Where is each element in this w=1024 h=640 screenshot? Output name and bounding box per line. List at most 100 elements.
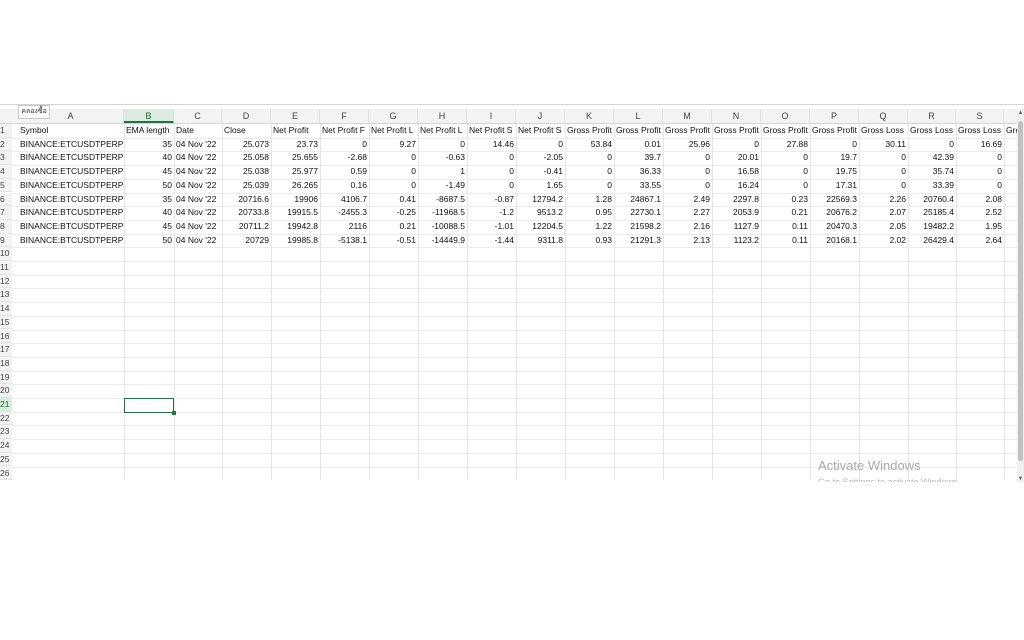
table-cell[interactable]: BINANCE:BTCUSDTPERP — [18, 234, 124, 248]
header-cell[interactable]: Gro — [1004, 124, 1017, 138]
table-cell[interactable]: 0 — [320, 138, 369, 152]
active-cell-selection[interactable] — [124, 398, 176, 415]
table-cell[interactable]: 0 — [810, 138, 859, 152]
table-cell[interactable]: 21598.2 — [614, 220, 663, 234]
table-cell[interactable]: 1.28 — [565, 193, 614, 207]
column-header-f[interactable]: F — [320, 109, 369, 123]
scrollbar-thumb[interactable] — [1018, 121, 1023, 461]
table-cell[interactable]: 14.46 — [467, 138, 516, 152]
table-cell[interactable]: 2.13 — [663, 234, 712, 248]
table-cell[interactable]: 0 — [467, 165, 516, 179]
table-cell[interactable]: 2.27 — [663, 206, 712, 220]
row-header-24[interactable]: 24 — [0, 439, 12, 453]
row-header-5[interactable]: 5 — [0, 178, 12, 193]
table-cell[interactable]: 0 — [956, 179, 1004, 193]
table-cell[interactable]: 36.33 — [614, 165, 663, 179]
table-cell[interactable]: 0 — [859, 179, 908, 193]
table-cell[interactable]: -0.87 — [467, 193, 516, 207]
table-cell[interactable]: 0 — [565, 151, 614, 165]
table-cell[interactable]: 50 — [124, 179, 174, 193]
header-cell[interactable]: Gross Profit — [810, 124, 859, 138]
column-header-s[interactable]: S — [956, 109, 1004, 123]
table-cell[interactable]: -1.44 — [467, 234, 516, 248]
row-header-14[interactable]: 14 — [0, 302, 12, 316]
row-header-18[interactable]: 18 — [0, 356, 12, 371]
table-cell[interactable]: 45 — [124, 220, 174, 234]
row-header-13[interactable]: 13 — [0, 288, 12, 303]
table-cell[interactable]: 1 — [1004, 193, 1017, 207]
table-cell[interactable]: 25.058 — [222, 151, 271, 165]
table-cell[interactable]: 40 — [124, 206, 174, 220]
table-cell[interactable]: 0 — [565, 179, 614, 193]
table-cell[interactable]: 0 — [761, 151, 810, 165]
header-cell[interactable]: EMA length — [124, 124, 174, 138]
header-cell[interactable]: Net Profit L — [418, 124, 467, 138]
column-header-j[interactable]: J — [516, 109, 565, 123]
column-header-e[interactable]: E — [271, 109, 320, 123]
table-cell[interactable]: 04 Nov '22 — [174, 151, 222, 165]
table-cell[interactable]: -2.68 — [320, 151, 369, 165]
table-cell[interactable]: BINANCE:ETCUSDTPERP — [18, 151, 124, 165]
table-cell[interactable]: -0.63 — [418, 151, 467, 165]
table-cell[interactable]: 20168.1 — [810, 234, 859, 248]
table-cell[interactable]: 9311.8 — [516, 234, 565, 248]
row-header-19[interactable]: 19 — [0, 370, 12, 385]
column-header-o[interactable]: O — [761, 109, 810, 123]
row-header-9[interactable]: 9 — [0, 233, 12, 248]
table-cell[interactable]: 0.95 — [565, 206, 614, 220]
table-cell[interactable]: 0 — [516, 138, 565, 152]
table-cell[interactable]: -1.49 — [418, 179, 467, 193]
table-cell[interactable]: 16.24 — [712, 179, 761, 193]
table-cell[interactable]: 04 Nov '22 — [174, 179, 222, 193]
table-cell[interactable]: BINANCE:ETCUSDTPERP — [18, 165, 124, 179]
scroll-up-arrow-icon[interactable]: ▲ — [1017, 109, 1024, 117]
table-cell[interactable]: 0 — [956, 165, 1004, 179]
scroll-down-arrow-icon[interactable]: ▼ — [1017, 475, 1024, 483]
header-cell[interactable]: Gross Loss — [908, 124, 956, 138]
table-cell[interactable]: -10088.5 — [418, 220, 467, 234]
table-cell[interactable]: 1123.2 — [712, 234, 761, 248]
table-cell[interactable]: 20733.8 — [222, 206, 271, 220]
table-cell[interactable]: 1 — [1004, 220, 1017, 234]
table-cell[interactable]: 22569.3 — [810, 193, 859, 207]
table-cell[interactable]: -0.41 — [516, 165, 565, 179]
table-cell[interactable]: 24867.1 — [614, 193, 663, 207]
table-cell[interactable]: 2.05 — [859, 220, 908, 234]
table-cell[interactable]: 4106.7 — [320, 193, 369, 207]
table-cell[interactable]: BINANCE:BTCUSDTPERP — [18, 193, 124, 207]
table-cell[interactable]: 20711.2 — [222, 220, 271, 234]
table-cell[interactable]: -11968.5 — [418, 206, 467, 220]
table-cell[interactable]: 04 Nov '22 — [174, 165, 222, 179]
table-cell[interactable]: 0 — [663, 151, 712, 165]
table-cell[interactable]: -1.01 — [467, 220, 516, 234]
table-cell[interactable]: 33.55 — [614, 179, 663, 193]
table-cell[interactable]: 2.26 — [859, 193, 908, 207]
column-header-k[interactable]: K — [565, 109, 614, 123]
header-cell[interactable]: Date — [174, 124, 222, 138]
table-cell[interactable]: 2.52 — [956, 206, 1004, 220]
table-cell[interactable]: 19942.8 — [271, 220, 320, 234]
table-cell[interactable]: 22730.1 — [614, 206, 663, 220]
table-cell[interactable]: 0 — [369, 179, 418, 193]
table-cell[interactable]: 19482.2 — [908, 220, 956, 234]
table-cell[interactable]: 0.41 — [369, 193, 418, 207]
column-header-p[interactable]: P — [810, 109, 859, 123]
table-cell[interactable]: 19.7 — [810, 151, 859, 165]
table-cell[interactable]: 04 Nov '22 — [174, 193, 222, 207]
table-cell[interactable]: 16.69 — [956, 138, 1004, 152]
table-cell[interactable]: 2.64 — [956, 234, 1004, 248]
table-cell[interactable]: 0 — [956, 151, 1004, 165]
table-cell[interactable]: 53.84 — [565, 138, 614, 152]
table-cell[interactable]: 0 — [663, 179, 712, 193]
table-cell[interactable]: 0 — [712, 138, 761, 152]
table-cell[interactable]: 30.11 — [859, 138, 908, 152]
row-header-12[interactable]: 12 — [0, 274, 12, 289]
table-cell[interactable]: 39.7 — [614, 151, 663, 165]
column-header-d[interactable]: D — [222, 109, 271, 123]
table-cell[interactable]: 26429.4 — [908, 234, 956, 248]
header-cell[interactable]: Gross Profit — [761, 124, 810, 138]
column-header-h[interactable]: H — [418, 109, 467, 123]
row-header-1[interactable]: 1 — [0, 124, 12, 138]
table-cell[interactable]: 0 — [467, 151, 516, 165]
table-cell[interactable]: 33.39 — [908, 179, 956, 193]
